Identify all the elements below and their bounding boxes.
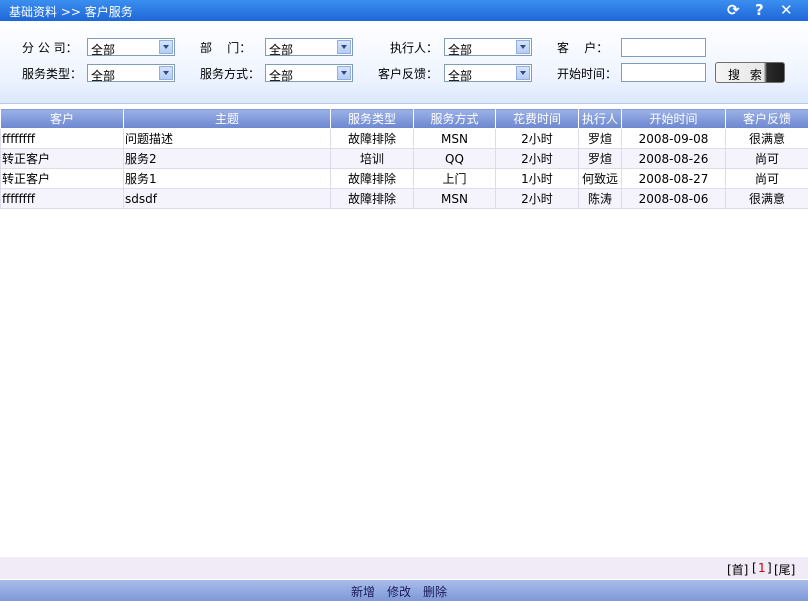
department-value: 全部	[269, 43, 294, 57]
refresh-icon[interactable]: ⟳	[727, 1, 740, 19]
filter-panel: 分 公 司： 全部 部 门： 全部 执行人： 全部 客 户： 服务类型： 全部 …	[0, 21, 808, 104]
cell-time-spent: 2小时	[495, 128, 579, 149]
pager-current[interactable]: 1	[758, 561, 766, 575]
cell-service-type: 故障排除	[330, 168, 414, 189]
table-row[interactable]: 转正客户 服务2 培训 QQ 2小时 罗煊 2008-08-26 尚可	[0, 148, 808, 169]
header-start-time[interactable]: 开始时间	[621, 108, 726, 129]
feedback-label: 客户反馈：	[378, 67, 439, 81]
start-time-label: 开始时间：	[557, 67, 618, 81]
customer-input[interactable]	[621, 38, 706, 57]
table-row[interactable]: ffffffff sdsdf 故障排除 MSN 2小时 陈涛 2008-08-0…	[0, 188, 808, 209]
table-row[interactable]: 转正客户 服务1 故障排除 上门 1小时 何致远 2008-08-27 尚可	[0, 168, 808, 189]
branch-select[interactable]: 全部	[87, 38, 175, 57]
header-subject[interactable]: 主题	[123, 108, 331, 129]
cell-service-method: MSN	[413, 188, 496, 209]
executor-value: 全部	[448, 43, 473, 57]
cell-start-time: 2008-08-26	[621, 148, 726, 169]
service-type-select[interactable]: 全部	[87, 64, 175, 83]
close-icon[interactable]: ✕	[780, 1, 793, 19]
cell-service-type: 故障排除	[330, 128, 414, 149]
cell-feedback: 很满意	[725, 188, 808, 209]
edit-button[interactable]: 修改	[387, 583, 411, 600]
pager-current-close: ]	[767, 561, 772, 575]
service-type-value: 全部	[91, 69, 116, 83]
cell-start-time: 2008-08-06	[621, 188, 726, 209]
feedback-value: 全部	[448, 69, 473, 83]
cell-service-type: 培训	[330, 148, 414, 169]
cell-executor: 罗煊	[578, 148, 622, 169]
cell-feedback: 尚可	[725, 168, 808, 189]
branch-value: 全部	[91, 43, 116, 57]
table-header-row: 客户 主题 服务类型 服务方式 花费时间 执行人 开始时间 客户反馈	[0, 108, 808, 129]
header-feedback[interactable]: 客户反馈	[725, 108, 808, 129]
executor-label: 执行人：	[390, 41, 439, 55]
cell-service-type: 故障排除	[330, 188, 414, 209]
search-button-label: 搜 索	[728, 68, 765, 82]
table-row[interactable]: ffffffff 问题描述 故障排除 MSN 2小时 罗煊 2008-09-08…	[0, 128, 808, 149]
pager-last[interactable]: [尾]	[774, 561, 795, 578]
cell-feedback: 尚可	[725, 148, 808, 169]
service-method-value: 全部	[269, 69, 294, 83]
service-table: 客户 主题 服务类型 服务方式 花费时间 执行人 开始时间 客户反馈 fffff…	[0, 108, 808, 209]
chevron-down-icon[interactable]	[337, 40, 351, 54]
cell-executor: 陈涛	[578, 188, 622, 209]
cell-executor: 何致远	[578, 168, 622, 189]
branch-label: 分 公 司：	[22, 41, 78, 55]
delete-button[interactable]: 删除	[423, 583, 447, 600]
chevron-down-icon[interactable]	[337, 66, 351, 80]
cell-service-method: QQ	[413, 148, 496, 169]
header-service-type[interactable]: 服务类型	[330, 108, 414, 129]
cell-time-spent: 2小时	[495, 148, 579, 169]
chevron-down-icon[interactable]	[516, 40, 530, 54]
action-bar: 新增 修改 删除	[0, 580, 808, 601]
search-button[interactable]: 搜 索	[715, 62, 785, 83]
cell-service-method: MSN	[413, 128, 496, 149]
department-select[interactable]: 全部	[265, 38, 353, 57]
chevron-down-icon[interactable]	[159, 66, 173, 80]
header-customer[interactable]: 客户	[0, 108, 124, 129]
help-icon[interactable]: ?	[755, 1, 764, 19]
cell-time-spent: 1小时	[495, 168, 579, 189]
cell-customer: ffffffff	[0, 128, 124, 149]
service-method-select[interactable]: 全部	[265, 64, 353, 83]
cell-service-method: 上门	[413, 168, 496, 189]
cell-subject: 服务1	[123, 168, 331, 189]
window-title: 基础资料 >> 客户服务	[9, 5, 133, 19]
cell-feedback: 很满意	[725, 128, 808, 149]
title-bar: 基础资料 >> 客户服务 ⟳ ? ✕	[0, 0, 808, 21]
cell-subject: 服务2	[123, 148, 331, 169]
cell-customer: 转正客户	[0, 148, 124, 169]
pager: [首] [ 1 ] [尾]	[0, 557, 808, 579]
customer-label: 客 户：	[557, 41, 609, 55]
cell-customer: ffffffff	[0, 188, 124, 209]
chevron-down-icon[interactable]	[159, 40, 173, 54]
cell-start-time: 2008-09-08	[621, 128, 726, 149]
chevron-down-icon[interactable]	[516, 66, 530, 80]
cell-start-time: 2008-08-27	[621, 168, 726, 189]
add-button[interactable]: 新增	[351, 583, 375, 600]
executor-select[interactable]: 全部	[444, 38, 532, 57]
cell-customer: 转正客户	[0, 168, 124, 189]
service-method-label: 服务方式：	[200, 67, 261, 81]
header-service-method[interactable]: 服务方式	[413, 108, 496, 129]
service-type-label: 服务类型：	[22, 67, 83, 81]
pager-first[interactable]: [首]	[727, 561, 748, 578]
cell-time-spent: 2小时	[495, 188, 579, 209]
header-executor[interactable]: 执行人	[578, 108, 622, 129]
header-time-spent[interactable]: 花费时间	[495, 108, 579, 129]
pager-current-open: [	[752, 561, 757, 575]
cell-subject: sdsdf	[123, 188, 331, 209]
cell-subject: 问题描述	[123, 128, 331, 149]
start-time-input[interactable]	[621, 63, 706, 82]
department-label: 部 门：	[200, 41, 252, 55]
cell-executor: 罗煊	[578, 128, 622, 149]
feedback-select[interactable]: 全部	[444, 64, 532, 83]
